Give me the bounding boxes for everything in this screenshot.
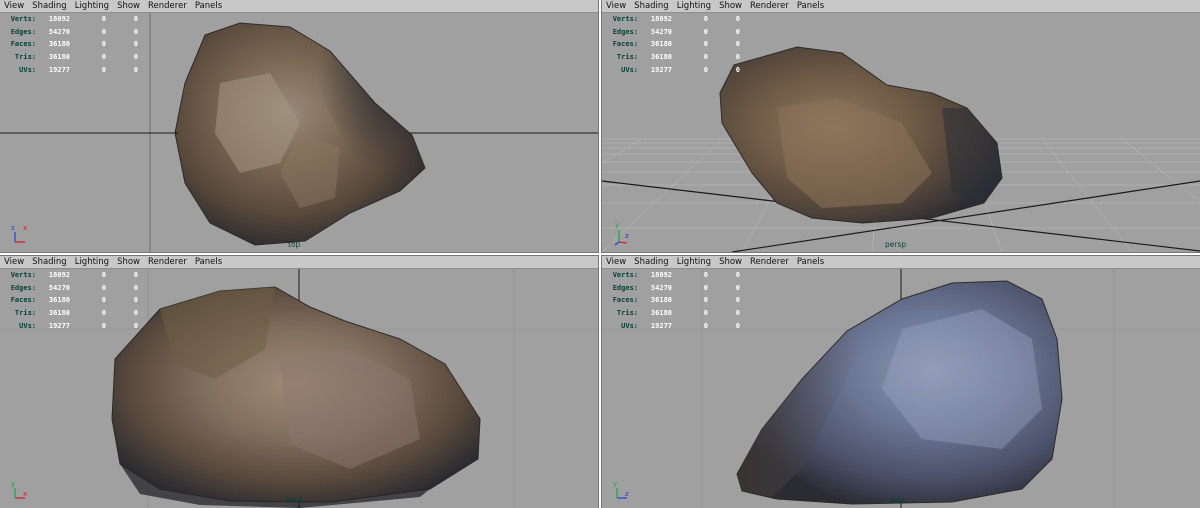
poly-count-hud: Verts: 18092 0 0 Edges: 54270 0 0 Faces: 36180 0… [608, 13, 740, 76]
stat-row-verts: Verts: 18092 0 0 [612, 271, 740, 280]
panel-menubar: View Shading Lighting Show Renderer Pane… [602, 256, 1200, 269]
menu-panels[interactable]: Panels [793, 256, 828, 268]
camera-label: side [889, 496, 905, 505]
menu-panels[interactable]: Panels [793, 0, 828, 12]
stat-row-uvs: UVs: 19277 0 0 [621, 65, 740, 74]
stat-row-uvs: UVs: 19277 0 0 [621, 321, 740, 330]
viewport-panel-side[interactable]: View Shading Lighting Show Renderer Pane… [601, 255, 1200, 508]
stat-row-edges: Edges: 54270 0 0 [612, 27, 740, 36]
menu-renderer[interactable]: Renderer [746, 0, 793, 12]
four-view-layout: View Shading Lighting Show Renderer Pane… [0, 0, 1200, 508]
camera-label: persp [885, 240, 907, 249]
stat-row-tris: Tris: 36180 0 0 [616, 309, 740, 318]
camera-label: front [285, 496, 303, 505]
menu-shading[interactable]: Shading [630, 0, 673, 12]
viewport-panel-front[interactable]: View Shading Lighting Show Renderer Pane… [0, 255, 599, 508]
menu-renderer[interactable]: Renderer [144, 0, 191, 12]
menu-shading[interactable]: Shading [28, 0, 71, 12]
stat-row-edges: Edges: 54270 0 0 [10, 283, 138, 292]
poly-count-hud: Verts: 18092 0 0 Edges: 54270 0 0 Faces: 36180 0… [6, 13, 138, 76]
axis-label: z [11, 224, 15, 232]
menu-panels[interactable]: Panels [191, 256, 226, 268]
viewport-front[interactable]: Verts: 18092 0 0 Edges: 54270 0 0 Faces: 36180 0… [0, 269, 598, 508]
stat-row-uvs: UVs: 19277 0 0 [19, 321, 138, 330]
menu-lighting[interactable]: Lighting [673, 0, 715, 12]
viewport-panel-persp[interactable]: View Shading Lighting Show Renderer Pane… [601, 0, 1200, 253]
viewport-top[interactable]: Verts: 18092 0 0 Edges: 54270 0 0 Faces: 36180 0… [0, 13, 598, 252]
axis-label: z [625, 490, 629, 498]
menu-show[interactable]: Show [113, 256, 144, 268]
axis-label: y [11, 480, 16, 488]
stat-row-faces: Faces: 36180 0 0 [10, 40, 138, 49]
menu-renderer[interactable]: Renderer [746, 256, 793, 268]
stat-row-tris: Tris: 36180 0 0 [616, 53, 740, 62]
poly-count-hud: Verts: 18092 0 0 Edges: 54270 0 0 Faces: 36180 0… [6, 269, 138, 332]
axis-label: y [615, 221, 620, 229]
stat-row-tris: Tris: 36180 0 0 [14, 53, 138, 62]
axis-label: x [23, 490, 28, 498]
menu-lighting[interactable]: Lighting [71, 0, 113, 12]
stat-row-edges: Edges: 54270 0 0 [612, 283, 740, 292]
menu-view[interactable]: View [0, 0, 28, 12]
poly-count-hud: Verts: 18092 0 0 Edges: 54270 0 0 Faces: 36180 0… [608, 269, 740, 332]
stat-row-faces: Faces: 36180 0 0 [10, 296, 138, 305]
axis-indicator: y z [613, 221, 637, 246]
axis-indicator: z x [11, 224, 35, 246]
axis-indicator: y z [613, 480, 637, 502]
camera-label: top [288, 240, 301, 249]
axis-indicator: y x [11, 480, 35, 502]
panel-menubar: View Shading Lighting Show Renderer Pane… [602, 0, 1200, 13]
axis-label: y [613, 480, 618, 488]
stat-row-uvs: UVs: 19277 0 0 [19, 65, 138, 74]
axis-label: z [625, 232, 629, 240]
stat-row-verts: Verts: 18092 0 0 [612, 15, 740, 24]
stat-row-edges: Edges: 54270 0 0 [10, 27, 138, 36]
stat-row-faces: Faces: 36180 0 0 [612, 40, 740, 49]
viewport-persp[interactable]: Verts: 18092 0 0 Edges: 54270 0 0 Faces: 36180 0… [602, 13, 1200, 252]
menu-shading[interactable]: Shading [630, 256, 673, 268]
menu-show[interactable]: Show [715, 0, 746, 12]
menu-view[interactable]: View [602, 0, 630, 12]
menu-lighting[interactable]: Lighting [673, 256, 715, 268]
menu-show[interactable]: Show [715, 256, 746, 268]
menu-view[interactable]: View [0, 256, 28, 268]
menu-renderer[interactable]: Renderer [144, 256, 191, 268]
menu-panels[interactable]: Panels [191, 0, 226, 12]
stat-row-verts: Verts: 18092 0 0 [10, 271, 138, 280]
viewport-side[interactable]: Verts: 18092 0 0 Edges: 54270 0 0 Faces: 36180 0… [602, 269, 1200, 508]
panel-menubar: View Shading Lighting Show Renderer Pane… [0, 256, 598, 269]
stat-row-tris: Tris: 36180 0 0 [14, 309, 138, 318]
viewport-panel-top[interactable]: View Shading Lighting Show Renderer Pane… [0, 0, 599, 253]
menu-lighting[interactable]: Lighting [71, 256, 113, 268]
axis-label: x [23, 224, 28, 232]
menu-shading[interactable]: Shading [28, 256, 71, 268]
stat-row-faces: Faces: 36180 0 0 [612, 296, 740, 305]
menu-view[interactable]: View [602, 256, 630, 268]
panel-menubar: View Shading Lighting Show Renderer Pane… [0, 0, 598, 13]
stat-row-verts: Verts: 18092 0 0 [10, 15, 138, 24]
menu-show[interactable]: Show [113, 0, 144, 12]
